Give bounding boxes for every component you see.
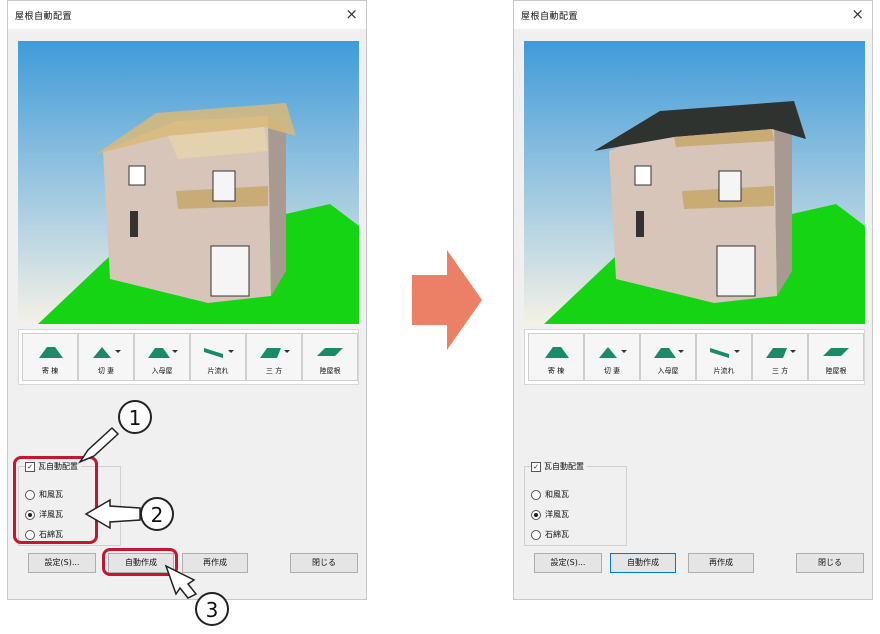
callout-arrows (77, 426, 198, 599)
callout-3: 3 (195, 592, 229, 626)
callout-3-arrow-icon (164, 564, 198, 599)
callout-1: 1 (118, 400, 152, 434)
callout-1-arrow-icon (77, 426, 120, 464)
callout-2: 2 (140, 497, 174, 531)
callout-2-arrow-icon (84, 498, 141, 530)
